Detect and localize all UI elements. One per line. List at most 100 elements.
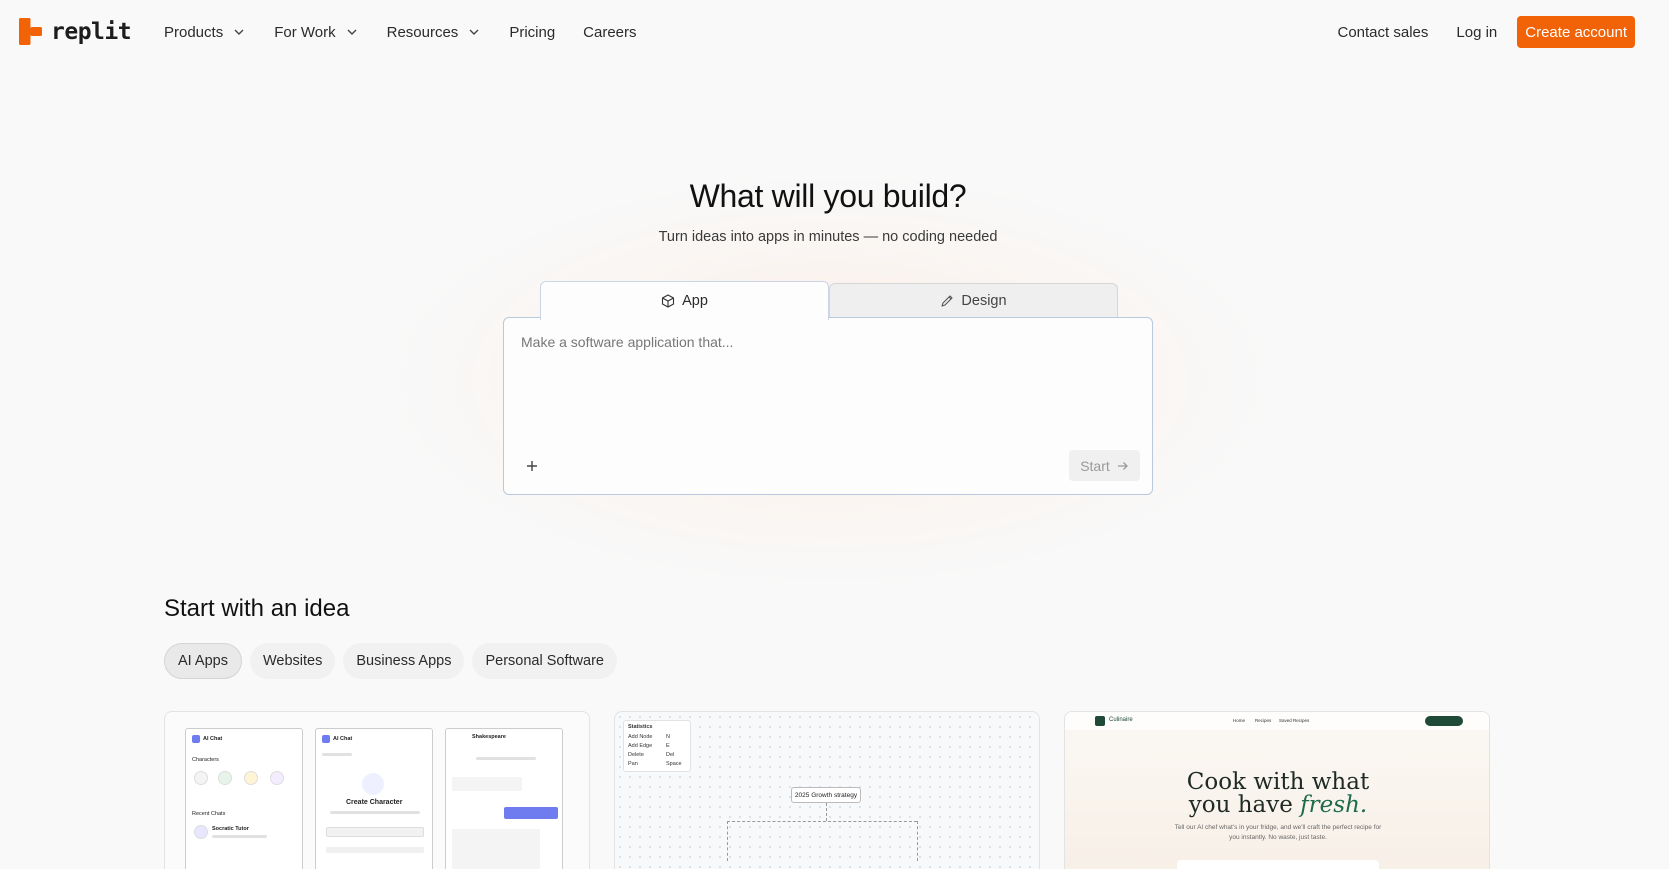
hero-title: What will you build?: [689, 178, 967, 214]
idea-card-diagram[interactable]: Statistics Add Node N Add Edge E Delete …: [614, 711, 1040, 869]
nav-for-work[interactable]: For Work: [274, 24, 358, 41]
prompt-input[interactable]: [521, 334, 1131, 424]
nav-links: Products For Work Resources Pricing Care…: [164, 20, 665, 44]
mode-tabs: App Design: [540, 281, 1118, 320]
emoji-row: [326, 847, 424, 853]
text-line: [212, 835, 267, 838]
idea-cards: AI Chat Characters Recent Chats Socratic…: [164, 711, 1491, 869]
headline-plain: you have: [1188, 792, 1301, 818]
replit-logo-icon: [19, 18, 42, 45]
text-line: [476, 757, 536, 760]
preview-screen: AI Chat Create Character: [315, 728, 433, 869]
preview-nav-link: Home: [1233, 718, 1246, 723]
preview-cta: [1425, 716, 1463, 726]
shortcut-key: Space: [666, 761, 682, 767]
start-button[interactable]: Start: [1069, 450, 1140, 481]
preview-subtext-2: you instantly. No waste, just taste.: [1229, 834, 1327, 841]
shortcut-label: Pan: [628, 761, 638, 767]
connector: [917, 821, 918, 861]
preview-title: AI Chat: [333, 736, 353, 742]
app-icon: [322, 735, 330, 743]
preview-subtext-1: Tell our AI chef what's in your fridge, …: [1174, 824, 1382, 831]
nav-pricing-label: Pricing: [509, 23, 556, 41]
idea-category-chips: AI Apps Websites Business Apps Personal …: [164, 643, 625, 679]
preview-brand: Culinaire: [1109, 717, 1133, 723]
tab-app[interactable]: App: [540, 281, 829, 320]
avatar: [194, 771, 208, 785]
tab-design[interactable]: Design: [829, 283, 1118, 318]
tab-design-label: Design: [961, 293, 1007, 309]
arrow-right-icon: [1117, 461, 1128, 470]
preview-nav-link: Recipes: [1255, 718, 1272, 723]
nav-pricing[interactable]: Pricing: [509, 24, 555, 41]
nav-products[interactable]: Products: [164, 24, 246, 41]
ideas-section-title: Start with an idea: [164, 595, 350, 622]
connector: [727, 821, 728, 861]
shortcut-label: Add Edge: [628, 743, 653, 749]
app-icon: [192, 735, 200, 743]
nav-for-work-label: For Work: [274, 23, 336, 41]
nav-actions: Contact sales Log in Create account: [1338, 16, 1635, 48]
shortcuts-panel: Statistics Add Node N Add Edge E Delete …: [623, 720, 691, 772]
nav-careers[interactable]: Careers: [583, 24, 636, 41]
tab-app-label: App: [682, 293, 708, 309]
login-link[interactable]: Log in: [1456, 24, 1497, 41]
preview-section: Characters: [192, 757, 219, 763]
top-navigation: replit Products For Work Resources Prici…: [0, 0, 1669, 64]
cube-icon: [662, 294, 675, 308]
shortcut-label: Add Node: [628, 734, 653, 740]
preview-screen: Shakespeare: [445, 728, 563, 869]
preview-heading: Create Character: [346, 799, 403, 806]
avatar: [218, 771, 232, 785]
preview-section: Recent Chats: [192, 811, 226, 817]
chevron-down-icon: [234, 29, 244, 35]
prompt-box: Start: [503, 317, 1153, 495]
panel-title: Statistics: [628, 724, 653, 730]
avatar: [270, 771, 284, 785]
idea-card-recipes[interactable]: Culinaire Home Recipes Saved Recipes Coo…: [1064, 711, 1490, 869]
message-bubble: [504, 807, 558, 819]
chip-websites[interactable]: Websites: [249, 643, 336, 679]
preview-title: Shakespeare: [472, 734, 506, 740]
preview-nav-link: Saved Recipes: [1279, 718, 1310, 723]
text-line: [330, 811, 420, 814]
chevron-down-icon: [469, 29, 479, 35]
add-attachment-icon[interactable]: [524, 458, 540, 474]
connector: [727, 821, 917, 822]
replit-logo[interactable]: replit: [19, 18, 132, 45]
chevron-down-icon: [347, 29, 357, 35]
preview-item: Socratic Tutor: [212, 826, 249, 832]
chip-business-apps[interactable]: Business Apps: [343, 643, 465, 679]
idea-card-ai-chat[interactable]: AI Chat Characters Recent Chats Socratic…: [164, 711, 590, 869]
headline-emphasis: fresh.: [1300, 792, 1368, 818]
chip-personal-software[interactable]: Personal Software: [472, 643, 617, 679]
shortcut-key: Del: [666, 752, 675, 758]
avatar: [194, 825, 208, 839]
logo-wordmark: replit: [51, 18, 132, 45]
create-account-button[interactable]: Create account: [1517, 16, 1635, 48]
message-bubble: [452, 777, 522, 791]
nav-resources-label: Resources: [386, 23, 459, 41]
diagram-root-node: 2025 Growth strategy: [791, 787, 861, 803]
preview-headline-2: you have fresh.: [1065, 792, 1489, 818]
pen-icon: [941, 295, 953, 307]
sparkle-icon: [362, 773, 384, 795]
nav-resources[interactable]: Resources: [387, 24, 482, 41]
start-button-label: Start: [1080, 457, 1110, 474]
preview-headline-1: Cook with what: [1186, 769, 1370, 795]
shortcut-key: E: [666, 743, 670, 749]
message-bubble: [452, 829, 540, 869]
chip-ai-apps[interactable]: AI Apps: [164, 643, 242, 679]
preview-title: AI Chat: [203, 736, 223, 742]
avatar: [244, 771, 258, 785]
shortcut-label: Delete: [628, 752, 644, 758]
preview-screen: AI Chat Characters Recent Chats Socratic…: [185, 728, 303, 869]
nav-careers-label: Careers: [583, 23, 637, 41]
text-line: [322, 753, 352, 756]
connector: [826, 803, 827, 821]
hero-subtitle: Turn ideas into apps in minutes — no cod…: [658, 229, 998, 245]
input-preview: [326, 827, 424, 837]
shortcut-key: N: [666, 734, 670, 740]
contact-sales-link[interactable]: Contact sales: [1338, 24, 1429, 41]
preview-input: [1177, 860, 1379, 869]
